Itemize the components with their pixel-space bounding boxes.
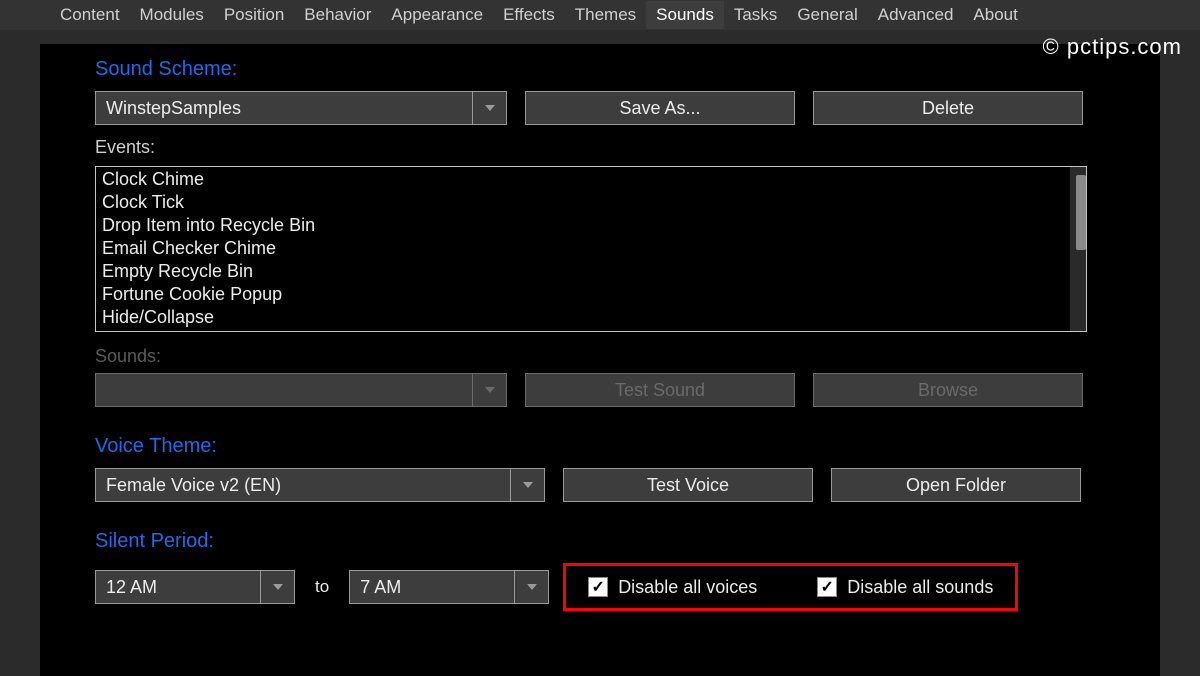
disable-sounds-checkbox[interactable]: ✓ Disable all sounds bbox=[817, 577, 993, 598]
tab-about[interactable]: About bbox=[963, 1, 1027, 29]
sounds-dropdown bbox=[95, 373, 507, 407]
scrollbar-thumb[interactable] bbox=[1076, 175, 1086, 250]
open-folder-button[interactable]: Open Folder bbox=[831, 468, 1081, 502]
voice-theme-value: Female Voice v2 (EN) bbox=[96, 469, 510, 501]
test-voice-button[interactable]: Test Voice bbox=[563, 468, 813, 502]
chevron-down-icon bbox=[472, 374, 506, 406]
sound-scheme-dropdown[interactable]: WinstepSamples bbox=[95, 91, 507, 125]
events-items: Clock Chime Clock Tick Drop Item into Re… bbox=[96, 167, 1070, 331]
event-item[interactable]: Clock Chime bbox=[102, 168, 1064, 191]
silent-from-value: 12 AM bbox=[96, 571, 260, 603]
tab-appearance[interactable]: Appearance bbox=[381, 1, 493, 29]
tab-themes[interactable]: Themes bbox=[565, 1, 646, 29]
voice-theme-dropdown[interactable]: Female Voice v2 (EN) bbox=[95, 468, 545, 502]
tab-effects[interactable]: Effects bbox=[493, 1, 565, 29]
watermark: © pctips.com bbox=[1043, 34, 1182, 60]
disable-sounds-label: Disable all sounds bbox=[847, 577, 993, 598]
tab-tasks[interactable]: Tasks bbox=[724, 1, 787, 29]
chevron-down-icon bbox=[514, 571, 548, 603]
delete-button[interactable]: Delete bbox=[813, 91, 1083, 125]
event-item[interactable]: Drop Item into Recycle Bin bbox=[102, 214, 1064, 237]
silent-to-dropdown[interactable]: 7 AM bbox=[349, 570, 549, 604]
tab-position[interactable]: Position bbox=[214, 1, 294, 29]
events-listbox[interactable]: Clock Chime Clock Tick Drop Item into Re… bbox=[95, 166, 1087, 332]
save-as-button[interactable]: Save As... bbox=[525, 91, 795, 125]
tab-general[interactable]: General bbox=[787, 1, 867, 29]
chevron-down-icon bbox=[472, 92, 506, 124]
event-item[interactable]: Clock Tick bbox=[102, 191, 1064, 214]
disable-voices-checkbox[interactable]: ✓ Disable all voices bbox=[588, 577, 757, 598]
settings-panel: Sound Scheme: WinstepSamples Save As... … bbox=[40, 44, 1160, 676]
sounds-value bbox=[96, 374, 472, 406]
events-scrollbar[interactable] bbox=[1070, 167, 1086, 331]
event-item[interactable]: Fortune Cookie Popup bbox=[102, 283, 1064, 306]
silent-period-label: Silent Period: bbox=[95, 530, 1130, 553]
highlight-box: ✓ Disable all voices ✓ Disable all sound… bbox=[563, 563, 1018, 611]
sounds-label: Sounds: bbox=[95, 346, 1130, 367]
chevron-down-icon bbox=[260, 571, 294, 603]
sound-scheme-label: Sound Scheme: bbox=[95, 58, 1130, 81]
tab-bar: Content Modules Position Behavior Appear… bbox=[0, 0, 1200, 30]
browse-button: Browse bbox=[813, 373, 1083, 407]
voice-theme-label: Voice Theme: bbox=[95, 435, 1130, 458]
to-label: to bbox=[309, 577, 335, 597]
silent-to-value: 7 AM bbox=[350, 571, 514, 603]
silent-from-dropdown[interactable]: 12 AM bbox=[95, 570, 295, 604]
chevron-down-icon bbox=[510, 469, 544, 501]
checkbox-icon: ✓ bbox=[588, 577, 608, 597]
tab-modules[interactable]: Modules bbox=[130, 1, 214, 29]
test-sound-button: Test Sound bbox=[525, 373, 795, 407]
tab-content[interactable]: Content bbox=[50, 1, 130, 29]
checkbox-icon: ✓ bbox=[817, 577, 837, 597]
disable-voices-label: Disable all voices bbox=[618, 577, 757, 598]
event-item[interactable]: Email Checker Chime bbox=[102, 237, 1064, 260]
event-item[interactable]: Empty Recycle Bin bbox=[102, 260, 1064, 283]
tab-sounds[interactable]: Sounds bbox=[646, 1, 724, 29]
tab-behavior[interactable]: Behavior bbox=[294, 1, 381, 29]
sound-scheme-value: WinstepSamples bbox=[96, 92, 472, 124]
events-label: Events: bbox=[95, 137, 1130, 158]
event-item[interactable]: Hide/Collapse bbox=[102, 306, 1064, 329]
tab-advanced[interactable]: Advanced bbox=[868, 1, 964, 29]
